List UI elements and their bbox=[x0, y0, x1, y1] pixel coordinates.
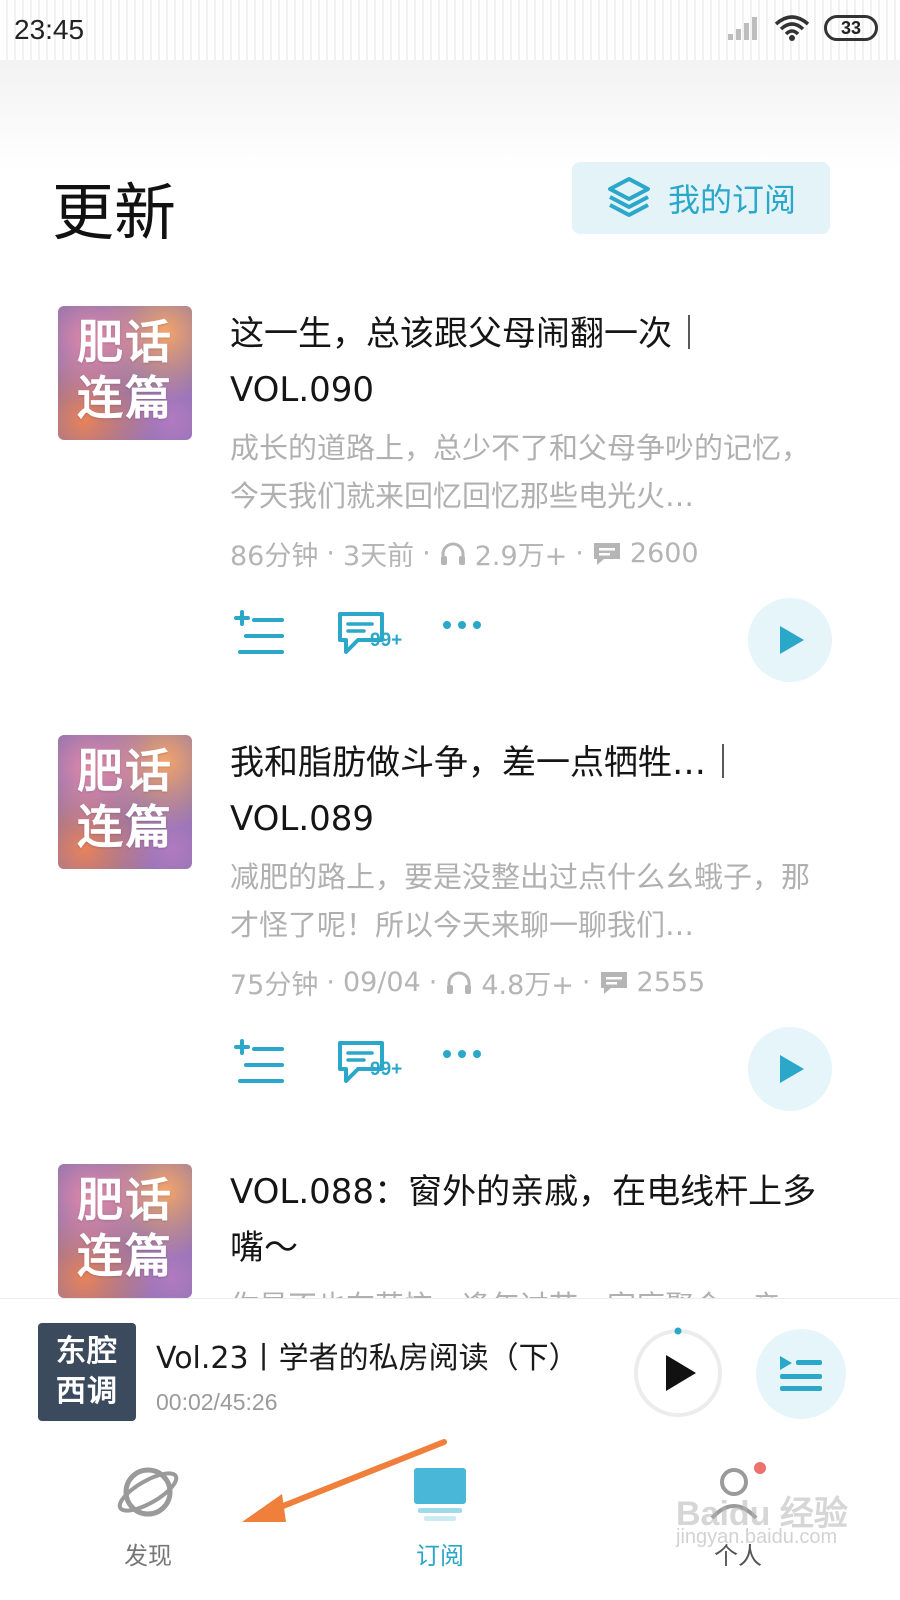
headphones-icon bbox=[440, 542, 465, 565]
meta-separator: · bbox=[581, 967, 591, 998]
status-fade bbox=[0, 60, 900, 170]
episode-description: 成长的道路上，总少不了和父母争吵的记忆，今天我们就来回忆回忆那些电光火… bbox=[230, 431, 811, 513]
player-time: 00:02/45:26 bbox=[156, 1389, 278, 1415]
planet-icon bbox=[117, 1467, 179, 1517]
episode-cover[interactable]: 肥话连篇 bbox=[58, 735, 192, 869]
nav-discover-label: 发现 bbox=[124, 1542, 172, 1570]
annotation-arrow bbox=[242, 1439, 447, 1522]
episode-plays: 4.8万+ bbox=[481, 970, 574, 1001]
player-cover[interactable]: 东腔西调 bbox=[38, 1323, 136, 1421]
episode-card[interactable]: 肥话连篇 VOL.088：窗外的亲戚，在电线杆上多嘴～ 你是不也在苦恼，逢年过节… bbox=[0, 1164, 900, 1298]
episode-cover[interactable]: 肥话连篇 bbox=[58, 306, 192, 440]
comment-badge: 99+ bbox=[370, 1059, 403, 1080]
player-cover-text: 东腔西调 bbox=[56, 1334, 118, 1409]
episode-meta: 86分钟 · 3天前 · 2.9万+ · 2600 bbox=[230, 534, 699, 573]
episode-duration: 75分钟 bbox=[230, 970, 319, 1001]
page-title: 更新 bbox=[52, 176, 177, 249]
comment-count-icon bbox=[593, 542, 620, 565]
headphones-icon bbox=[447, 971, 472, 994]
episode-meta: 75分钟 · 09/04 · 4.8万+ · 2555 bbox=[230, 963, 705, 1002]
episode-card[interactable]: 肥话连篇 这一生，总该跟父母闹翻一次｜VOL.090 成长的道路上，总少不了和父… bbox=[0, 306, 900, 696]
nav-subscribe-label: 订阅 bbox=[416, 1542, 464, 1570]
wifi-icon bbox=[774, 15, 810, 41]
layers-icon bbox=[607, 177, 650, 217]
player-title[interactable]: Vol.23丨学者的私房阅读（下） bbox=[156, 1333, 579, 1377]
add-to-playlist-icon[interactable] bbox=[232, 1037, 288, 1093]
episode-comments: 2600 bbox=[629, 538, 699, 569]
cover-title: 肥话连篇 bbox=[77, 744, 173, 854]
my-subscriptions-label: 我的订阅 bbox=[667, 181, 796, 219]
meta-separator: · bbox=[326, 967, 335, 998]
play-icon bbox=[780, 1055, 804, 1083]
episode-description: 你是不也在苦恼，逢年过节，家庭聚会，亲 bbox=[230, 1282, 820, 1298]
episode-duration: 86分钟 bbox=[230, 541, 319, 572]
comment-button[interactable]: 99+ bbox=[336, 1037, 416, 1093]
comment-count-icon bbox=[600, 971, 627, 994]
my-subscriptions-button[interactable]: 我的订阅 bbox=[572, 162, 830, 234]
more-icon[interactable] bbox=[442, 618, 482, 632]
episode-cover[interactable]: 肥话连篇 bbox=[58, 1164, 192, 1298]
status-icons: 33 bbox=[726, 14, 878, 42]
add-to-playlist-icon[interactable] bbox=[232, 608, 288, 664]
episode-actions: 99+ bbox=[230, 598, 832, 682]
episode-plays: 2.9万+ bbox=[474, 541, 568, 572]
episode-card[interactable]: 肥话连篇 我和脂肪做斗争，差一点牺牲…｜VOL.089 减肥的路上，要是没整出过… bbox=[0, 735, 900, 1125]
episode-title[interactable]: VOL.088：窗外的亲戚，在电线杆上多嘴～ bbox=[230, 1164, 830, 1276]
episode-title[interactable]: 这一生，总该跟父母闹翻一次｜VOL.090 bbox=[230, 306, 830, 418]
meta-separator: · bbox=[428, 967, 438, 998]
episode-play-button[interactable] bbox=[748, 598, 832, 682]
signal-icon bbox=[728, 17, 757, 40]
nav-discover[interactable]: 发现 bbox=[78, 1458, 218, 1571]
battery-indicator: 33 bbox=[824, 15, 878, 41]
play-icon bbox=[780, 626, 804, 654]
mini-player[interactable]: 东腔西调 Vol.23丨学者的私房阅读（下） 00:02/45:26 bbox=[0, 1298, 900, 1444]
meta-separator: · bbox=[326, 538, 335, 569]
episode-actions: 99+ bbox=[230, 1027, 832, 1111]
meta-separator: · bbox=[422, 538, 431, 569]
episode-comments: 2555 bbox=[636, 967, 706, 998]
battery-level: 33 bbox=[840, 17, 862, 38]
meta-separator: · bbox=[575, 538, 584, 569]
play-icon bbox=[666, 1355, 696, 1391]
playlist-icon bbox=[780, 1356, 822, 1391]
episode-date: 3天前 bbox=[342, 541, 415, 572]
more-icon[interactable] bbox=[442, 1047, 482, 1061]
comment-button[interactable]: 99+ bbox=[336, 608, 416, 664]
episode-play-button[interactable] bbox=[748, 1027, 832, 1111]
player-play-button[interactable] bbox=[632, 1327, 724, 1419]
cover-title: 肥话连篇 bbox=[77, 1173, 173, 1283]
episode-description: 减肥的路上，要是没整出过点什么幺蛾子，那才怪了呢！所以今天来聊一聊我们… bbox=[230, 860, 811, 942]
status-time: 23:45 bbox=[14, 14, 85, 45]
cover-title: 肥话连篇 bbox=[77, 315, 173, 425]
episode-date: 09/04 bbox=[342, 967, 421, 998]
playlist-button[interactable] bbox=[756, 1329, 846, 1419]
comment-badge: 99+ bbox=[370, 630, 403, 651]
episode-title[interactable]: 我和脂肪做斗争，差一点牺牲…｜VOL.089 bbox=[230, 735, 830, 847]
watermark-url: jingyan.baidu.com bbox=[676, 1526, 838, 1548]
